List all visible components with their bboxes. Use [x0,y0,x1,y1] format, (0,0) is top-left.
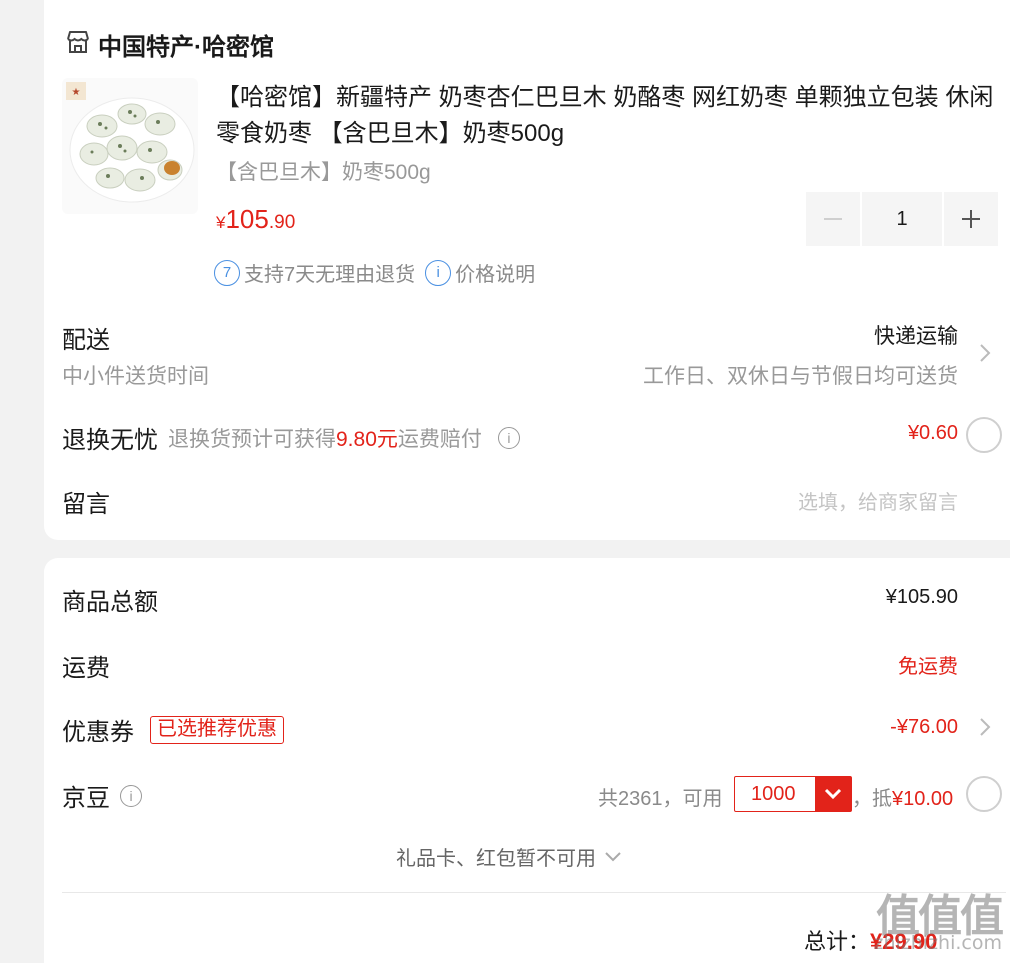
price-decimal: .90 [268,212,296,233]
coupon-label: 优惠券 [62,719,134,746]
quantity-input[interactable]: 1 [862,192,942,246]
return-service-radio[interactable] [966,417,1002,453]
return-service-label: 退换无忧 [62,427,158,454]
delivery-sub: 中小件送货时间 [62,365,209,388]
delivery-chevron-right-icon[interactable] [978,342,992,364]
goods-total-value: ¥105.90 [885,586,958,608]
product-service-tags: 7 支持7天无理由退货 i 价格说明 [214,258,535,287]
price-integer: 105 [225,204,269,234]
beans-radio[interactable] [966,776,1002,812]
product-spec[interactable]: 【含巴旦木】奶枣500g [216,156,431,186]
store-icon [67,31,89,53]
delivery-method[interactable]: 快递运输 [874,320,958,350]
shop-name[interactable]: 中国特产·哈密馆 [98,27,274,62]
product-image[interactable]: ★ [62,78,198,214]
beans-deduct-value: ¥10.00 [892,788,954,810]
seven-day-return-icon: 7 [214,259,240,286]
plus-icon [962,210,980,228]
price-explanation-link[interactable]: 价格说明 [455,258,535,287]
quantity-stepper: 1 [806,192,998,246]
return-service-desc-suffix: 运费赔付 [397,427,482,451]
beans-total-text: 共2361，可用 [598,788,723,810]
shipping-label: 运费 [62,655,110,682]
beans-deduct: ，抵¥10.00 [852,782,953,811]
svg-text:★: ★ [72,87,81,98]
order-shop-card: 中国特产·哈密馆 ★ 【哈密馆】新疆特产 奶枣杏仁巴旦木 奶酪枣 网红奶枣 单颗… [44,0,1010,540]
decrease-button[interactable] [806,192,860,246]
delivery-label: 配送 [62,327,110,354]
product-price: ¥105.90 [216,204,295,235]
message-label: 留言 [62,491,110,518]
watermark-site: zhizhizhi.com [873,932,1002,954]
coupon-chevron-right-icon[interactable] [978,716,992,738]
chevron-down-icon[interactable] [815,777,851,811]
coupon-row[interactable]: 优惠券 已选推荐优惠 [62,712,284,747]
chevron-down-icon [605,851,621,861]
order-summary-card: 商品总额 ¥105.90 运费 免运费 优惠券 已选推荐优惠 -¥76.00 京… [44,558,1010,963]
message-input[interactable]: 选填，给商家留言 [798,486,958,515]
giftcard-text: 礼品卡、红包暂不可用 [396,848,596,870]
return-service-amount: 9.80元 [336,427,398,451]
beans-selected-value: 1000 [751,782,796,805]
return-service-desc-prefix: 退换货预计可获得 [168,427,336,451]
beans-label: 京豆 [62,785,110,812]
total-label: 总计： [804,929,871,954]
coupon-value[interactable]: -¥76.00 [890,716,958,739]
beans-deduct-prefix: ，抵 [852,788,892,810]
info-icon: i [425,259,452,286]
coupon-tag: 已选推荐优惠 [150,715,284,744]
minus-icon [824,218,842,220]
giftcard-toggle[interactable]: 礼品卡、红包暂不可用 [396,842,622,871]
beans-row-label: 京豆 i [62,778,142,813]
increase-button[interactable] [944,192,998,246]
product-title[interactable]: 【哈密馆】新疆特产 奶枣杏仁巴旦木 奶酪枣 网红奶枣 单颗独立包装 休闲零食奶枣… [216,80,1006,152]
return-service-price: ¥0.60 [907,422,958,444]
divider [62,892,1006,893]
delivery-time[interactable]: 工作日、双休日与节假日均可送货 [643,360,958,390]
return-policy-tag[interactable]: 支持7天无理由退货 [244,258,415,287]
goods-total-label: 商品总额 [62,589,158,616]
info-icon[interactable]: i [497,426,520,449]
return-service-row: 退换无忧 退换货预计可获得 9.80元 运费赔付 i [62,420,520,455]
beans-amount-select[interactable]: 1000 [734,776,852,812]
shipping-value: 免运费 [898,656,958,678]
info-icon[interactable]: i [120,784,142,807]
